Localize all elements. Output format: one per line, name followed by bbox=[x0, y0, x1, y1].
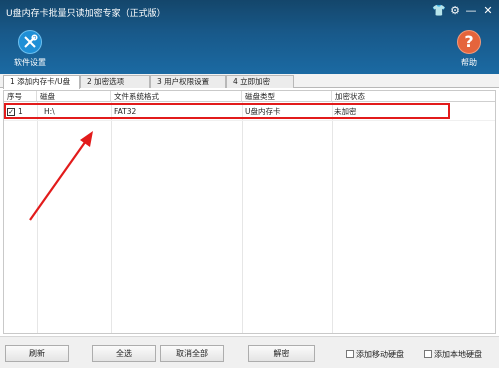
deselect-all-button[interactable]: 取消全部 bbox=[160, 345, 224, 362]
add-local-hdd-checkbox[interactable]: 添加本地硬盘 bbox=[424, 349, 482, 360]
checkbox-box[interactable] bbox=[424, 350, 432, 358]
add-mobile-hdd-label: 添加移动硬盘 bbox=[356, 350, 404, 359]
add-local-hdd-label: 添加本地硬盘 bbox=[434, 350, 482, 359]
decrypt-button[interactable]: 解密 bbox=[248, 345, 315, 362]
refresh-button[interactable]: 刷新 bbox=[5, 345, 69, 362]
annotation-arrow bbox=[29, 131, 93, 221]
select-all-button[interactable]: 全选 bbox=[92, 345, 156, 362]
bottom-bar: 刷新 全选 取消全部 解密 添加移动硬盘 添加本地硬盘 bbox=[0, 336, 499, 368]
add-mobile-hdd-checkbox[interactable]: 添加移动硬盘 bbox=[346, 349, 404, 360]
checkbox-box[interactable] bbox=[346, 350, 354, 358]
